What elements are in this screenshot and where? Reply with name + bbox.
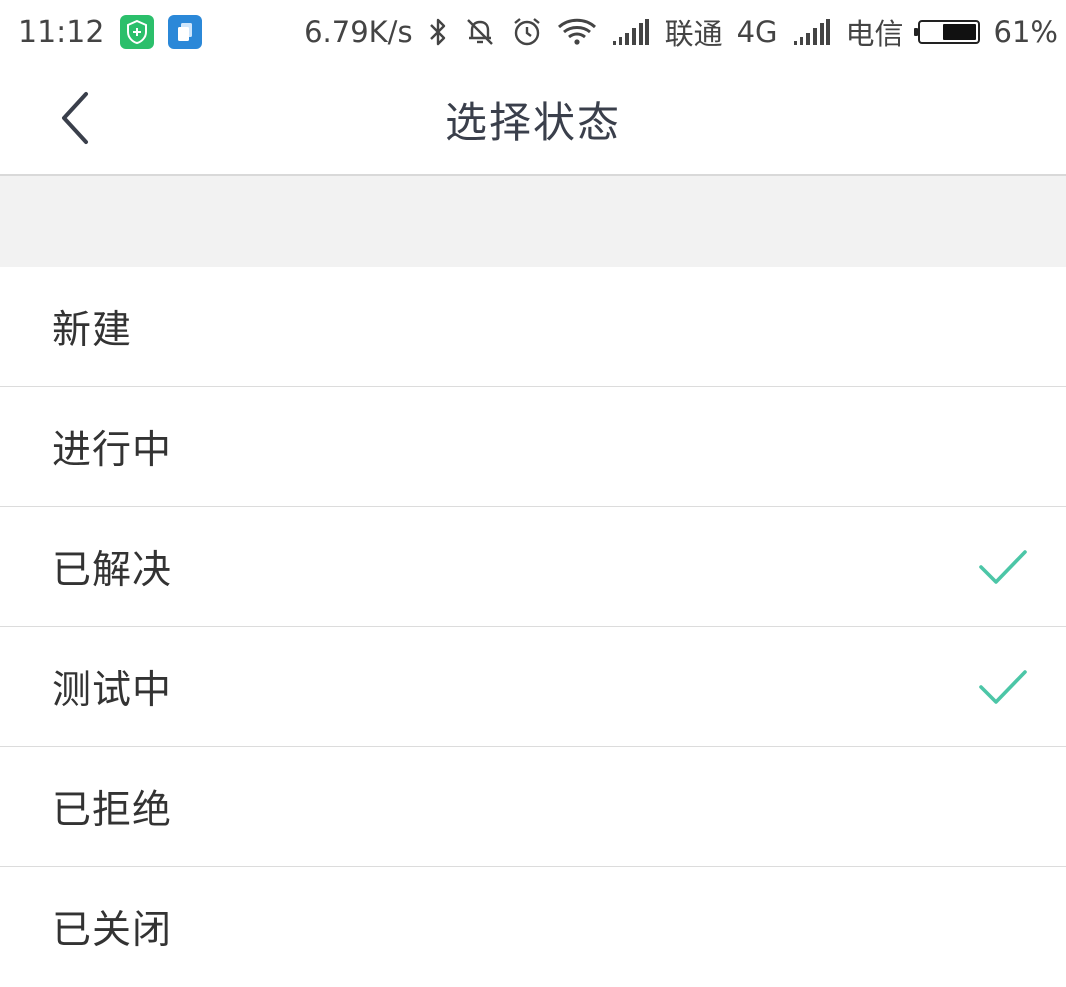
status-option-label: 测试中 xyxy=(52,667,173,713)
alarm-icon xyxy=(511,16,543,48)
network-speed: 6.79K/s xyxy=(304,15,413,49)
battery-percent: 61% xyxy=(993,15,1058,49)
bluetooth-icon xyxy=(427,16,449,48)
status-option-label: 进行中 xyxy=(52,427,173,473)
chevron-left-icon xyxy=(62,92,88,144)
carrier-1: 联通 xyxy=(664,17,723,51)
mute-icon xyxy=(463,16,497,48)
status-list: 新建 进行中 已解决 测试中 已拒绝 已关闭 xyxy=(0,267,1066,987)
status-option-rejected[interactable]: 已拒绝 xyxy=(0,747,1066,867)
battery-fill xyxy=(942,24,976,40)
status-time: 11:12 xyxy=(18,14,105,50)
status-option-testing[interactable]: 测试中 xyxy=(0,627,1066,747)
network-type: 4G xyxy=(736,15,778,49)
status-option-new[interactable]: 新建 xyxy=(0,267,1066,387)
status-option-label: 已解决 xyxy=(52,547,173,593)
status-bar-left: 11:12 xyxy=(18,15,216,50)
page-title: 选择状态 xyxy=(444,97,621,147)
status-bar-right: 6.79K/s 联通 4G 电信 61% xyxy=(304,11,1058,53)
section-spacer xyxy=(0,176,1066,267)
shield-app-icon xyxy=(120,15,155,49)
signal-icon xyxy=(611,17,651,47)
status-option-in-progress[interactable]: 进行中 xyxy=(0,387,1066,507)
status-option-resolved[interactable]: 已解决 xyxy=(0,507,1066,627)
status-option-label: 已关闭 xyxy=(52,908,173,953)
battery-icon xyxy=(913,20,980,44)
status-option-closed[interactable]: 已关闭 xyxy=(0,867,1066,987)
carrier-2: 电信 xyxy=(845,17,904,51)
files-app-icon xyxy=(168,15,203,49)
check-icon xyxy=(976,667,1030,707)
status-option-label: 已拒绝 xyxy=(52,787,173,833)
back-button[interactable] xyxy=(44,86,108,150)
wifi-icon xyxy=(557,16,597,48)
status-bar: 11:12 6.79K/s 联通 4G 电信 61% xyxy=(0,0,1066,64)
status-option-label: 新建 xyxy=(52,307,133,353)
nav-bar: 选择状态 xyxy=(0,64,1066,176)
signal-icon xyxy=(792,17,832,47)
check-icon xyxy=(976,547,1030,587)
